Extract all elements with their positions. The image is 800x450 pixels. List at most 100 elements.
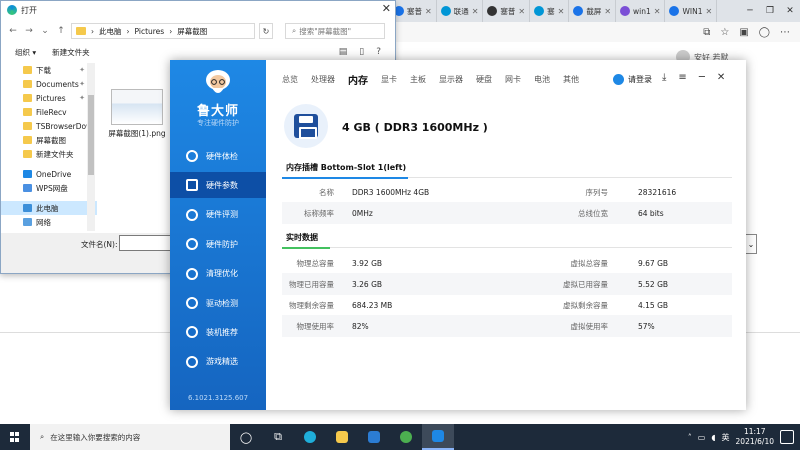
close-icon[interactable]: ✕	[558, 7, 565, 16]
tab[interactable]: 总览	[282, 74, 298, 87]
sidebar-item[interactable]: 硬件评测	[170, 202, 266, 228]
scrollbar[interactable]	[87, 63, 95, 231]
nav-item[interactable]: 屏幕截图	[1, 133, 97, 147]
ime-indicator[interactable]: 英	[722, 432, 730, 443]
start-button[interactable]	[0, 424, 30, 450]
nav-item[interactable]: 此电脑	[1, 201, 97, 215]
tab[interactable]: 硬盘	[476, 74, 492, 87]
ludashi-taskbar-button[interactable]	[422, 424, 454, 450]
breadcrumb-item[interactable]: 屏幕截图	[177, 26, 207, 37]
sidebar-item[interactable]: 装机推荐	[170, 319, 266, 345]
help-icon[interactable]: ?	[376, 47, 381, 57]
tab-label: 塞普	[407, 6, 422, 16]
nav-item[interactable]: Documents ✦	[1, 77, 97, 91]
mail-taskbar-button[interactable]	[358, 424, 390, 450]
nav-icon	[186, 267, 198, 280]
tab[interactable]: 主板	[410, 74, 426, 87]
minimize-icon[interactable]: ─	[699, 72, 705, 83]
close-icon[interactable]: ✕	[425, 7, 432, 16]
tab-favicon-icon	[440, 6, 451, 16]
folder-taskbar-button[interactable]	[326, 424, 358, 450]
sidebar-item[interactable]: 硬件体检	[170, 143, 266, 169]
close-icon[interactable]: ✕	[780, 0, 800, 22]
close-icon[interactable]: ✕	[518, 7, 525, 16]
edge-taskbar-button[interactable]	[294, 424, 326, 450]
sidebar-item[interactable]: 游戏精选	[170, 349, 266, 375]
download-icon[interactable]: ⤓	[662, 72, 666, 83]
tab[interactable]: 其他	[563, 74, 579, 87]
close-icon[interactable]: ✕	[705, 7, 712, 16]
nav-item[interactable]: FileRecv	[1, 105, 97, 119]
favorites-icon[interactable]: ☆	[720, 27, 729, 38]
nav-item[interactable]: OneDrive	[1, 167, 97, 181]
nav-item-label: 下载	[36, 65, 51, 75]
file-item[interactable]: 屏幕截图(1).png	[105, 89, 169, 139]
sidebar-item[interactable]: 清理优化	[170, 261, 266, 287]
browser-tab[interactable]: win1 ✕	[616, 0, 666, 22]
browser-tab[interactable]: 塞 ✕	[530, 0, 570, 22]
nav-item[interactable]: WPS网盘	[1, 181, 97, 195]
login-button[interactable]: 请登录	[613, 74, 652, 85]
folder-icon	[23, 218, 32, 226]
forward-icon[interactable]: →	[23, 26, 35, 36]
preview-pane-icon[interactable]: ▯	[359, 47, 364, 57]
chevron-down-icon[interactable]: ⌄	[39, 26, 51, 36]
close-icon[interactable]: ✕	[717, 72, 725, 83]
browser-tab[interactable]: 塞普 ✕	[483, 0, 531, 22]
address-bar[interactable]: › 此电脑 › Pictures › 屏幕截图	[71, 23, 255, 39]
sidebar-item[interactable]: 硬件参数	[170, 172, 266, 199]
tab-label: 塞	[547, 6, 555, 16]
sidebar-item[interactable]: 驱动检测	[170, 290, 266, 316]
organize-button[interactable]: 组织 ▾	[15, 47, 36, 58]
collections-icon[interactable]: ▣	[739, 27, 748, 38]
taskbar-search[interactable]: ⌕ 在这里输入你要搜索的内容	[30, 424, 230, 450]
network-icon[interactable]: ▭	[698, 433, 706, 442]
notification-icon[interactable]	[780, 430, 794, 444]
breadcrumb-item[interactable]: 此电脑	[99, 26, 122, 37]
close-icon[interactable]: ✕	[472, 7, 479, 16]
up-icon[interactable]: ↑	[55, 26, 67, 36]
tab[interactable]: 电池	[534, 74, 550, 87]
tab[interactable]: 处理器	[311, 74, 335, 87]
extensions-icon[interactable]: ⧉	[703, 27, 710, 38]
chevron-down-icon[interactable]: ⌄	[745, 234, 757, 254]
close-icon[interactable]: ✕	[604, 7, 611, 16]
browser-tab[interactable]: 塞普 ✕	[390, 0, 437, 22]
nav-item[interactable]: Pictures ✦	[1, 91, 97, 105]
scrollbar-thumb[interactable]	[88, 95, 94, 175]
back-icon[interactable]: ←	[7, 26, 19, 36]
view-options-icon[interactable]: ▤	[339, 47, 348, 57]
search-input[interactable]: ⌕ 搜索"屏幕截图"	[285, 23, 385, 39]
spec-value: 28321616	[638, 187, 677, 197]
tab[interactable]: 显示器	[439, 74, 463, 87]
volume-icon[interactable]: ◖	[711, 433, 715, 442]
minimize-icon[interactable]: ─	[740, 0, 760, 22]
menu-icon[interactable]: ≡	[678, 72, 686, 83]
nav-item[interactable]: 新建文件夹	[1, 147, 97, 161]
sidebar-item[interactable]: 硬件防护	[170, 231, 266, 257]
cortana-icon[interactable]: ◯	[230, 424, 262, 450]
chevron-up-icon[interactable]: ˄	[688, 433, 692, 442]
clock[interactable]: 11:17 2021/6/10	[736, 427, 774, 447]
spec-row: 物理总容量 3.92 GB 虚拟总容量 9.67 GB	[282, 252, 732, 274]
tab[interactable]: 内存	[348, 72, 368, 87]
browser-tab[interactable]: 联通 ✕	[437, 0, 484, 22]
task-view-icon[interactable]: ⧉	[262, 424, 294, 450]
close-icon[interactable]: ✕	[654, 7, 661, 16]
profile-icon[interactable]: ◯	[759, 27, 770, 38]
nav-item[interactable]: TSBrowserDow	[1, 119, 97, 133]
brand-name: 鲁大师	[196, 104, 239, 119]
360-taskbar-button[interactable]	[390, 424, 422, 450]
close-icon[interactable]: ✕	[382, 2, 391, 15]
refresh-icon[interactable]: ↻	[259, 23, 273, 39]
tab[interactable]: 显卡	[381, 74, 397, 87]
nav-item[interactable]: 网络	[1, 215, 97, 229]
browser-tab[interactable]: WIN1 ✕	[665, 0, 718, 22]
new-folder-button[interactable]: 新建文件夹	[52, 47, 90, 58]
maximize-icon[interactable]: ❐	[760, 0, 780, 22]
nav-item[interactable]: 下载 ✦	[1, 63, 97, 77]
browser-tab[interactable]: 截屏 ✕	[569, 0, 617, 22]
breadcrumb-item[interactable]: Pictures	[135, 27, 165, 36]
more-icon[interactable]: ⋯	[780, 27, 790, 38]
tab[interactable]: 网卡	[505, 74, 521, 87]
